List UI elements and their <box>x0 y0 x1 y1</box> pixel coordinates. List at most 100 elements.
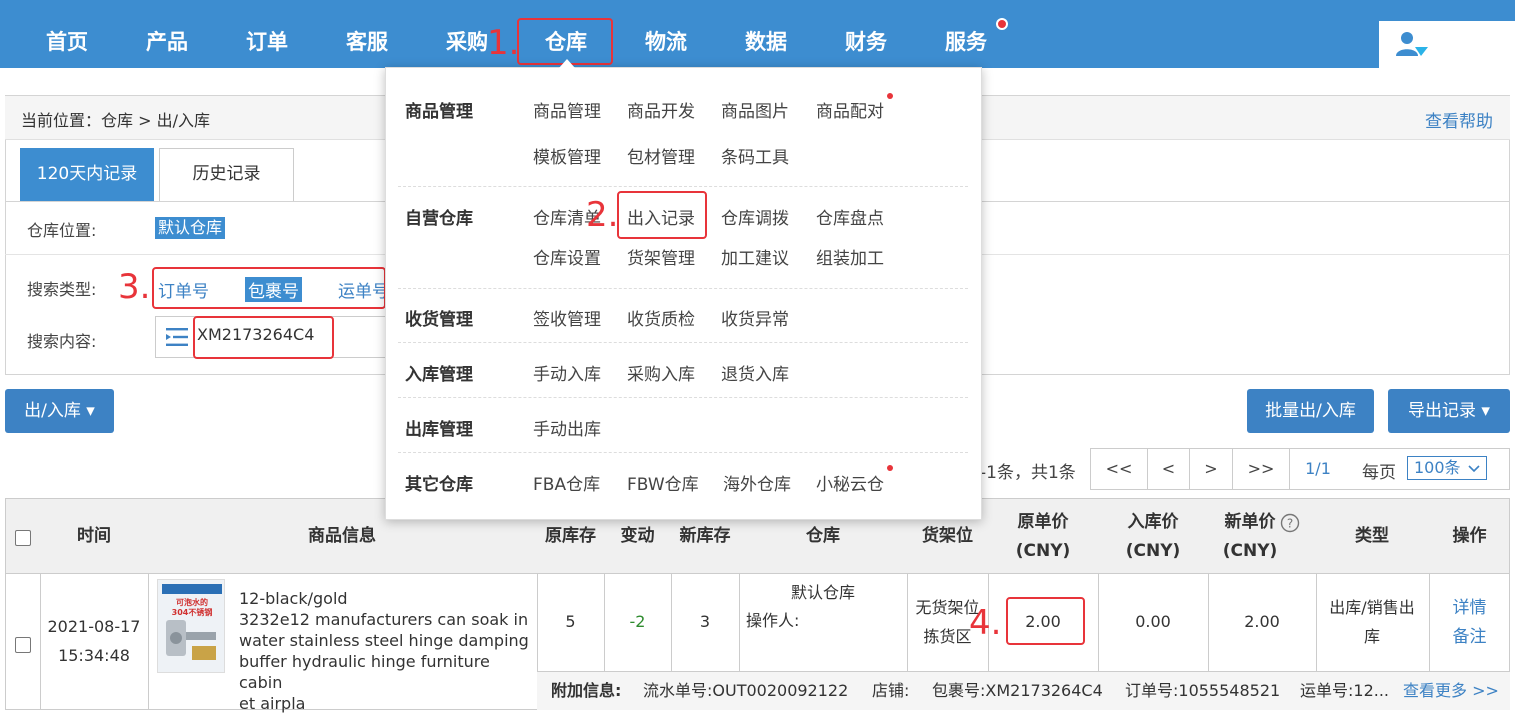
inout-button[interactable]: 出/入库 ▾ <box>5 389 114 433</box>
notification-dot <box>996 18 1008 30</box>
dd-item-cloud-warehouse[interactable]: 小秘云仓 <box>816 470 884 495</box>
product-thumbnail-caption-2: 304不锈钢 <box>171 608 213 617</box>
search-type-label: 搜索类型: <box>27 280 97 299</box>
product-thumbnail-caption-1: 可泡水的 <box>176 598 208 607</box>
nav-finance[interactable]: 财务 <box>839 26 893 58</box>
pager-first[interactable]: << <box>1090 448 1148 490</box>
new-badge-dot <box>887 465 893 471</box>
th-in-price-unit: (CNY) <box>1125 541 1181 561</box>
dd-group-outbound: 出库管理 <box>405 420 473 440</box>
nav-orders[interactable]: 订单 <box>240 26 294 58</box>
dd-item-manual-outbound[interactable]: 手动出库 <box>533 415 601 440</box>
dd-item-manual-inbound[interactable]: 手动入库 <box>533 360 601 385</box>
nav-purchase[interactable]: 采购 <box>440 26 494 58</box>
dd-divider <box>398 397 968 398</box>
dd-item-product-images[interactable]: 商品图片 <box>721 97 789 122</box>
th-orig-price: 原单价 <box>1017 512 1069 532</box>
dropdown-caret <box>559 59 575 68</box>
dd-item-product-manage[interactable]: 商品管理 <box>533 97 601 122</box>
annotation-3: 3. <box>118 267 151 307</box>
extra-serial: 流水单号:OUT0020092122 <box>643 681 849 700</box>
chevron-down-icon <box>1468 465 1480 473</box>
dd-item-sign-receipt[interactable]: 签收管理 <box>533 305 601 330</box>
product-title-line: 3232e12 manufacturers can soak in <box>239 610 529 629</box>
user-icon <box>1396 32 1428 56</box>
dd-item-product-dev[interactable]: 商品开发 <box>627 97 695 122</box>
row-operator: 操作人: <box>746 611 800 630</box>
dd-item-receipt-exception[interactable]: 收货异常 <box>721 305 789 330</box>
pager-last[interactable]: >> <box>1232 448 1290 490</box>
dd-item-fba[interactable]: FBA仓库 <box>533 470 600 495</box>
select-all-checkbox[interactable] <box>15 530 31 546</box>
pager-prev[interactable]: < <box>1147 448 1190 490</box>
dd-item-transfer[interactable]: 仓库调拨 <box>721 204 789 229</box>
product-title-line: buffer hydraulic hinge furniture cabin <box>239 652 490 692</box>
row-warehouse: 默认仓库 <box>790 583 855 602</box>
view-more-link[interactable]: 查看更多 >> <box>1403 677 1499 705</box>
dd-item-purchase-inbound[interactable]: 采购入库 <box>627 360 695 385</box>
dd-item-return-inbound[interactable]: 退货入库 <box>721 360 789 385</box>
row-checkbox[interactable] <box>15 637 31 653</box>
dd-group-own-warehouse: 自营仓库 <box>405 209 473 229</box>
th-in-price: 入库价 <box>1127 512 1179 532</box>
warehouse-option-default[interactable]: 默认仓库 <box>155 217 226 239</box>
th-action: 操作 <box>1452 526 1487 546</box>
dd-item-quality-check[interactable]: 收货质检 <box>627 305 695 330</box>
dd-item-barcode[interactable]: 条码工具 <box>721 143 789 168</box>
product-title-line: et airpla <box>239 694 306 713</box>
dd-item-product-pairing[interactable]: 商品配对 <box>816 97 884 122</box>
export-button[interactable]: 导出记录 ▾ <box>1388 389 1510 433</box>
dd-item-fbw[interactable]: FBW仓库 <box>627 470 699 495</box>
annotation-box-search-value <box>193 316 334 359</box>
dd-item-process-advice[interactable]: 加工建议 <box>721 244 789 269</box>
product-title-line: water stainless steel hinge damping <box>239 631 529 650</box>
product-title[interactable]: 3232e12 manufacturers can soak in water … <box>239 609 531 714</box>
dd-item-shelf-manage[interactable]: 货架管理 <box>627 244 695 269</box>
help-icon[interactable]: ? <box>1280 513 1300 533</box>
nav-customer-service[interactable]: 客服 <box>340 26 394 58</box>
th-change: 变动 <box>620 526 655 546</box>
th-shelf: 货架位 <box>922 526 973 546</box>
dd-item-overseas[interactable]: 海外仓库 <box>723 470 791 495</box>
tab-120-days[interactable]: 120天内记录 <box>20 148 154 201</box>
per-page-value: 100条 <box>1414 458 1461 477</box>
dd-item-assembly[interactable]: 组装加工 <box>816 244 884 269</box>
batch-inout-button[interactable]: 批量出/入库 <box>1247 389 1374 433</box>
annotation-box-search-type <box>152 267 386 309</box>
nav-home[interactable]: 首页 <box>40 26 94 58</box>
multi-line-icon[interactable] <box>166 327 188 347</box>
nav-logistics[interactable]: 物流 <box>639 26 693 58</box>
tab-history[interactable]: 历史记录 <box>159 148 294 201</box>
nav-service[interactable]: 服务 <box>939 26 993 58</box>
annotation-box-price <box>1006 597 1085 645</box>
row-change: -2 <box>629 612 646 631</box>
annotation-1: 1. <box>487 23 520 63</box>
annotation-box-inout-records <box>617 191 707 239</box>
nav-products[interactable]: 产品 <box>140 26 194 58</box>
annotation-2: 2. <box>586 195 619 235</box>
product-thumbnail[interactable]: 可泡水的 304不锈钢 <box>157 579 225 673</box>
dd-group-receiving: 收货管理 <box>405 310 473 330</box>
dd-item-packaging[interactable]: 包材管理 <box>627 143 695 168</box>
dd-item-stocktake[interactable]: 仓库盘点 <box>816 204 884 229</box>
hinge-icon <box>158 580 224 672</box>
per-page-select[interactable]: 100条 <box>1407 456 1487 480</box>
dd-divider <box>398 452 968 453</box>
th-type: 类型 <box>1355 526 1389 546</box>
dd-item-warehouse-settings[interactable]: 仓库设置 <box>533 244 601 269</box>
product-sku: 12-black/gold <box>239 589 348 608</box>
extra-waybill: 运单号:12... <box>1300 681 1390 700</box>
dd-item-template[interactable]: 模板管理 <box>533 143 601 168</box>
row-orig-stock: 5 <box>565 612 576 631</box>
pager-next[interactable]: > <box>1189 448 1233 490</box>
detail-link[interactable]: 详情 <box>1429 594 1510 622</box>
breadcrumb: 当前位置：仓库 > 出/入库 <box>21 111 210 130</box>
dd-group-products: 商品管理 <box>405 102 473 122</box>
nav-data[interactable]: 数据 <box>739 26 793 58</box>
note-link[interactable]: 备注 <box>1429 623 1510 651</box>
help-link[interactable]: 查看帮助 <box>1425 107 1493 132</box>
user-menu[interactable] <box>1379 21 1515 68</box>
warehouse-label: 仓库位置: <box>27 221 97 240</box>
product-thumbnail-caption: 可泡水的 304不锈钢 <box>162 598 222 618</box>
th-product: 商品信息 <box>308 526 376 546</box>
